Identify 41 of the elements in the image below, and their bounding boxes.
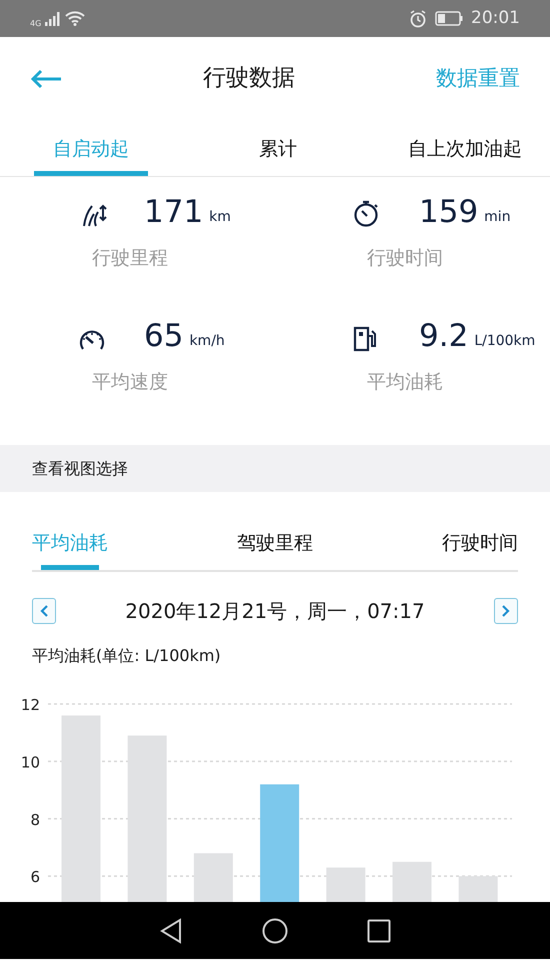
speedometer-icon: [78, 328, 106, 352]
stat-unit: L/100km: [474, 332, 536, 351]
recent-apps-icon[interactable]: [366, 918, 391, 942]
axis-tick-label: 12: [20, 696, 40, 714]
stat-label: 平均油耗: [366, 370, 443, 395]
stat-value: 159: [419, 197, 478, 228]
stat-value: 9.2: [419, 321, 468, 352]
stat-value: 171: [144, 197, 204, 228]
wifi-icon: [65, 11, 86, 26]
axis-tick-label: 8: [30, 810, 40, 829]
period-tab[interactable]: 自上次加油起: [408, 126, 522, 171]
section-title: 查看视图选择: [32, 458, 128, 480]
tab-indicator: [41, 565, 99, 570]
stat-label: 平均速度: [91, 370, 168, 395]
back-arrow-icon[interactable]: [30, 68, 62, 88]
back-icon[interactable]: [159, 918, 184, 944]
stat-unit: km: [209, 208, 231, 227]
chevron-right-icon: [501, 604, 511, 618]
view-tab[interactable]: 驾驶里程: [237, 520, 313, 565]
axis-tick-label: 6: [30, 868, 40, 886]
fuel-pump-icon: [353, 326, 379, 352]
alarm-icon: [409, 10, 427, 28]
chart-title: 平均油耗(单位: L/100km): [32, 646, 221, 665]
next-date-button[interactable]: [494, 598, 518, 624]
stat-unit: km/h: [189, 332, 225, 351]
chevron-left-icon: [39, 604, 49, 618]
view-tab[interactable]: 行驶时间: [442, 520, 518, 565]
date-label: 2020年12月21号，周一，07:17: [125, 598, 425, 625]
clock-time: 20:01: [471, 6, 520, 30]
period-tab[interactable]: 累计: [259, 126, 297, 171]
page-title: 行驶数据: [203, 64, 295, 94]
stat-value: 65: [144, 321, 184, 352]
stat-label: 行驶里程: [91, 246, 168, 271]
previous-date-button[interactable]: [32, 598, 56, 624]
stat-label: 行驶时间: [366, 246, 443, 271]
home-icon[interactable]: [262, 918, 288, 944]
network-label: 4G: [30, 18, 42, 30]
signal-icon: [45, 12, 62, 26]
stat-unit: min: [484, 208, 511, 227]
axis-tick-label: 10: [20, 753, 40, 772]
battery-icon: [435, 11, 463, 26]
